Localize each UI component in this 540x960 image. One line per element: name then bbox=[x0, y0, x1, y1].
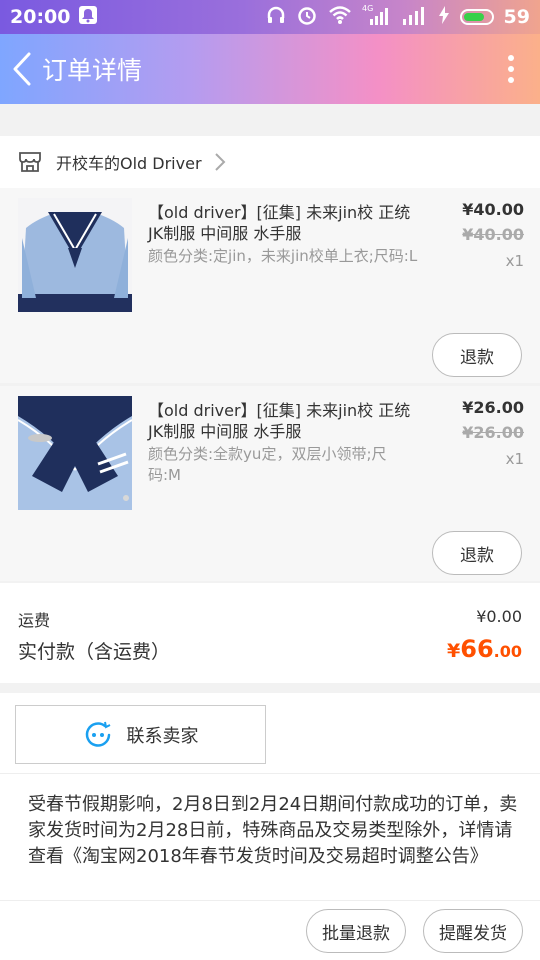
wifi-icon bbox=[328, 5, 352, 30]
status-bar: 20:00 4G 59 bbox=[0, 0, 540, 34]
remind-shipping-button[interactable]: 提醒发货 bbox=[423, 909, 523, 953]
contact-area: 联系卖家 bbox=[0, 693, 540, 773]
refund-button[interactable]: 退款 bbox=[432, 531, 522, 575]
shipping-label: 运费 bbox=[18, 611, 51, 630]
shop-name: 开校车的Old Driver bbox=[56, 154, 202, 173]
contact-seller-button[interactable]: 联系卖家 bbox=[15, 705, 266, 764]
item-sku: 颜色分类:全款yu定，双层小领带;尺码:M bbox=[148, 445, 387, 484]
item-quantity: x1 bbox=[505, 450, 524, 468]
shop-row[interactable]: 开校车的Old Driver bbox=[0, 136, 540, 188]
item-title[interactable]: 【old driver】[征集] 未来jin校 正统JK制服 中间服 水手服 bbox=[148, 202, 413, 244]
store-icon bbox=[18, 151, 42, 173]
contact-seller-label: 联系卖家 bbox=[126, 725, 199, 747]
paid-decimal: .00 bbox=[493, 642, 522, 661]
charging-icon bbox=[438, 5, 450, 30]
order-item[interactable]: 【old driver】[征集] 未来jin校 正统JK制服 中间服 水手服 颜… bbox=[0, 386, 540, 581]
notification-icon bbox=[78, 5, 98, 30]
app-header: 订单详情 bbox=[0, 34, 540, 104]
more-vertical-icon[interactable] bbox=[508, 55, 514, 83]
item-original-price: ¥40.00 bbox=[462, 225, 524, 244]
batch-refund-button[interactable]: 批量退款 bbox=[306, 909, 406, 953]
bottom-action-bar: 批量退款 提醒发货 bbox=[0, 900, 540, 960]
back-chevron-icon[interactable] bbox=[0, 34, 44, 104]
battery-icon bbox=[459, 9, 494, 25]
alarm-icon bbox=[296, 4, 318, 31]
paid-label: 实付款（含运费） bbox=[18, 641, 171, 663]
paid-amount: ¥66.00 bbox=[447, 635, 522, 663]
paid-currency: ¥ bbox=[447, 640, 461, 662]
status-time: 20:00 bbox=[10, 6, 71, 28]
chevron-right-icon bbox=[214, 152, 226, 172]
paid-integer: 66 bbox=[460, 635, 494, 663]
status-icons: 4G 59 bbox=[266, 4, 530, 31]
page-title: 订单详情 bbox=[42, 56, 143, 85]
notice-text[interactable]: 受春节假期影响，2月8日到2月24日期间付款成功的订单，卖家发货时间为2月28日… bbox=[28, 792, 518, 870]
signal-label: 4G bbox=[362, 4, 373, 13]
item-original-price: ¥26.00 bbox=[462, 423, 524, 442]
item-quantity: x1 bbox=[505, 252, 524, 270]
battery-level: 59 bbox=[503, 6, 530, 28]
product-image[interactable] bbox=[18, 396, 132, 510]
chat-bubble-icon bbox=[83, 720, 113, 750]
order-totals: 运费 ¥0.00 实付款（含运费） ¥66.00 bbox=[0, 583, 540, 683]
item-sku: 颜色分类:定jin，未来jin校单上衣;尺码:L bbox=[148, 247, 418, 265]
item-price: ¥40.00 bbox=[462, 200, 524, 219]
cellular-icon bbox=[402, 5, 428, 30]
refund-button[interactable]: 退款 bbox=[432, 333, 522, 377]
item-price: ¥26.00 bbox=[462, 398, 524, 417]
product-image[interactable] bbox=[18, 198, 132, 312]
holiday-notice: 受春节假期影响，2月8日到2月24日期间付款成功的订单，卖家发货时间为2月28日… bbox=[0, 773, 540, 900]
shipping-value: ¥0.00 bbox=[476, 607, 522, 626]
item-title[interactable]: 【old driver】[征集] 未来jin校 正统JK制服 中间服 水手服 bbox=[148, 400, 413, 442]
headphones-icon bbox=[266, 5, 286, 30]
cellular-4g-icon: 4G bbox=[362, 4, 392, 31]
order-item[interactable]: 【old driver】[征集] 未来jin校 正统JK制服 中间服 水手服 颜… bbox=[0, 188, 540, 383]
